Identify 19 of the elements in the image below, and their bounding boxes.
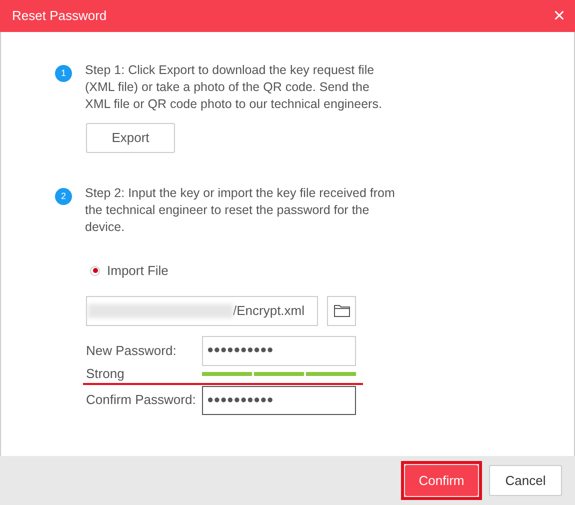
window-title: Reset Password xyxy=(12,7,107,26)
confirm-password-field[interactable]: ●●●●●●●●●● xyxy=(202,386,356,414)
cancel-button[interactable]: Cancel xyxy=(489,465,562,496)
strength-label: Strong xyxy=(86,366,126,382)
close-button[interactable]: × xyxy=(553,6,565,26)
file-path-field[interactable]: /Encrypt.xml xyxy=(86,296,318,326)
field-label: New Password: xyxy=(86,342,178,360)
step-text: Step 1: Click Export to download the key request file (XML file) or take a photo of the QR code. Send the XML file or QR code photo to our technical engineers. xyxy=(85,62,383,113)
confirm-button[interactable]: Confirm xyxy=(405,465,478,496)
radio-label: Import File xyxy=(107,262,168,280)
step-number-badge: 1 xyxy=(55,65,72,82)
field-label: Confirm Password: xyxy=(86,391,197,410)
step-text: Step 2: Input the key or import the key file received from the technical engineer to reset the password for the device. xyxy=(85,185,395,236)
new-password-field[interactable]: ●●●●●●●●●● xyxy=(202,336,356,366)
browse-button[interactable] xyxy=(327,296,356,326)
step-number-badge: 2 xyxy=(55,188,72,205)
folder-icon xyxy=(334,304,350,317)
export-button[interactable]: Export xyxy=(86,123,175,153)
radio-button[interactable] xyxy=(90,266,100,276)
